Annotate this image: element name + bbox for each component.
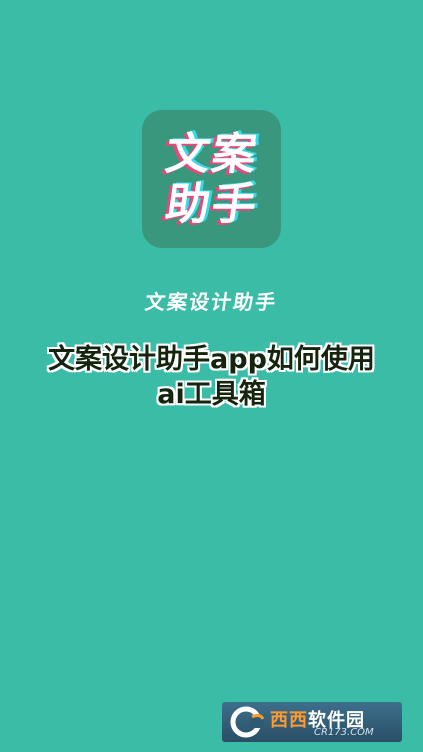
splash-screen: 文案 助手 文案设计助手 文案设计助手app如何使用 ai工具箱 西西软件园 C…	[0, 0, 423, 752]
app-icon-text-line1: 文案	[161, 129, 262, 180]
app-name: 文案设计助手	[143, 290, 279, 314]
headline-line2: ai工具箱	[157, 379, 266, 410]
watermark-domain: CR173.COM	[314, 727, 374, 738]
app-icon: 文案 助手	[142, 110, 281, 248]
watermark-brand-accent: 西西	[270, 710, 308, 731]
app-icon-text-line2: 助手	[161, 179, 262, 230]
cr-logo-icon	[230, 706, 264, 738]
watermark-badge: 西西软件园 CR173.COM	[222, 702, 402, 742]
headline: 文案设计助手app如何使用 ai工具箱	[0, 342, 423, 412]
headline-line1: 文案设计助手app如何使用	[48, 344, 375, 375]
